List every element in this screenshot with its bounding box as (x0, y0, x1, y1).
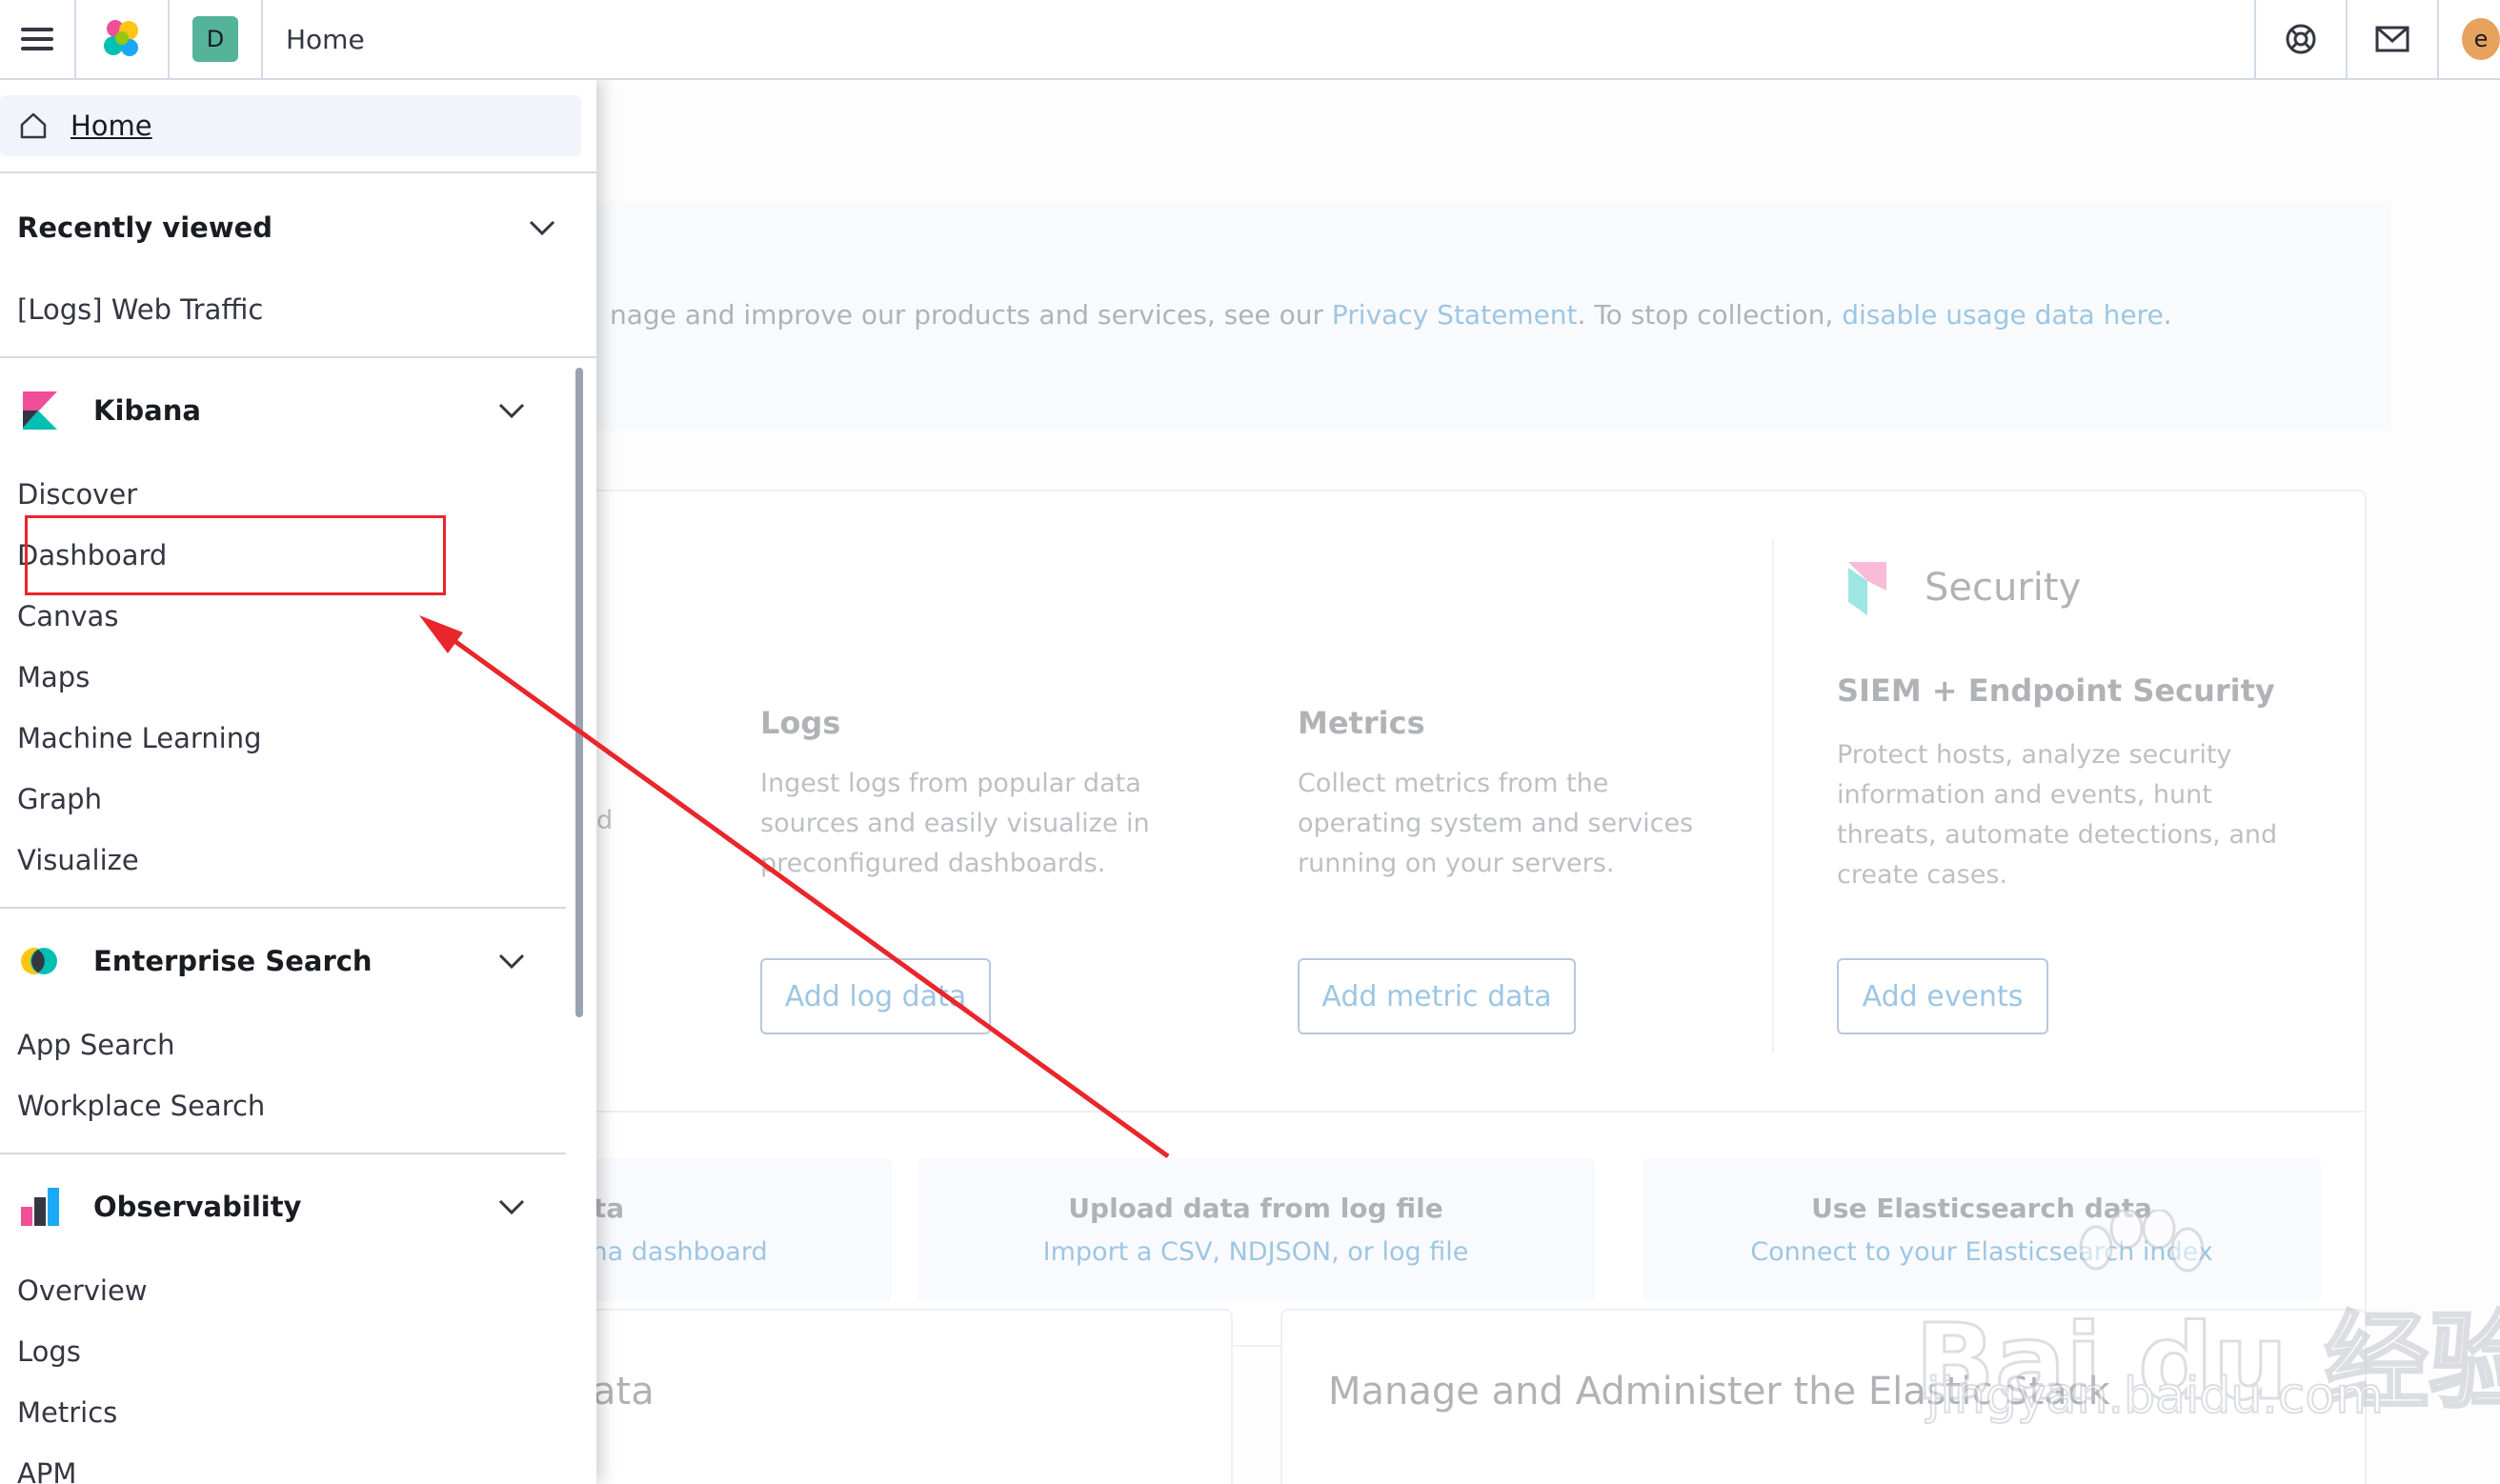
partial-text: d (596, 806, 614, 835)
notice-text-middle: . To stop collection, (1577, 299, 1843, 331)
chevron-down-icon (498, 953, 525, 970)
nav-divider (0, 1153, 566, 1154)
security-divider (1772, 539, 1774, 1053)
nav-link-canvas[interactable]: Canvas (17, 600, 118, 632)
nav-link-graph[interactable]: Graph (17, 783, 102, 815)
security-description: Protect hosts, analyze security informat… (1837, 740, 2278, 890)
watermark-url: jingyan.baidu.com (1925, 1367, 2385, 1426)
metrics-solution: Metrics Collect metrics from the operati… (1298, 705, 1793, 884)
nav-divider (0, 907, 566, 909)
elastic-logo[interactable] (76, 0, 170, 78)
add-metric-data-button[interactable]: Add metric data (1298, 958, 1576, 1034)
enterprise-search-logo-icon (21, 948, 57, 974)
nav-home-item[interactable]: Home (0, 95, 581, 156)
nav-link-metrics[interactable]: Metrics (17, 1396, 117, 1429)
add-log-data-button[interactable]: Add log data (760, 958, 991, 1034)
upload-file-title: Upload data from log file (1068, 1193, 1443, 1224)
user-avatar: e (2462, 18, 2500, 60)
enterprise-search-group-label: Enterprise Search (93, 945, 373, 977)
nav-link-visualize[interactable]: Visualize (17, 844, 139, 876)
logs-description: Ingest logs from popular data sources an… (760, 769, 1150, 878)
top-header: D Home e (0, 0, 2500, 80)
bottom-left-title: ata (593, 1370, 655, 1414)
elastic-logo-icon (104, 20, 138, 56)
menu-toggle-button[interactable] (0, 0, 76, 78)
kibana-group-label: Kibana (93, 394, 201, 427)
breadcrumb: Home (286, 23, 365, 55)
chevron-down-icon (498, 403, 525, 419)
nav-link-discover[interactable]: Discover (17, 478, 137, 511)
nav-link-app-search[interactable]: App Search (17, 1029, 175, 1061)
metrics-title: Metrics (1298, 705, 1425, 741)
sample-data-card[interactable]: ata ana dashboard (574, 1158, 892, 1301)
logs-title: Logs (760, 705, 841, 741)
chevron-down-icon (529, 220, 555, 236)
bottom-left-card: ata (572, 1309, 1233, 1484)
mail-icon (2375, 26, 2409, 52)
nav-link-logs[interactable]: Logs (17, 1335, 81, 1368)
sample-data-title: ata (575, 1193, 625, 1224)
newsfeed-button[interactable] (2346, 0, 2437, 78)
telemetry-notice: nage and improve our products and servic… (591, 202, 2391, 431)
recent-item-logs-web-traffic[interactable]: [Logs] Web Traffic (17, 293, 263, 326)
upload-file-card[interactable]: Upload data from log file Import a CSV, … (917, 1158, 1595, 1301)
solutions-divider (593, 1111, 2365, 1113)
chevron-down-icon (498, 1199, 525, 1215)
nav-link-machine-learning[interactable]: Machine Learning (17, 722, 262, 754)
nav-link-overview[interactable]: Overview (17, 1274, 148, 1307)
add-events-button[interactable]: Add events (1837, 958, 2048, 1034)
disable-usage-data-link[interactable]: disable usage data here (1842, 299, 2163, 331)
dashboard-highlight-box (25, 515, 446, 595)
space-selector-button[interactable]: D (170, 0, 263, 78)
nav-home-label: Home (71, 110, 152, 142)
security-logo-icon (1848, 562, 1886, 615)
observability-group-toggle[interactable]: Observability (0, 1173, 581, 1240)
nav-link-maps[interactable]: Maps (17, 661, 90, 693)
nav-link-apm[interactable]: APM (17, 1457, 76, 1484)
kibana-logo-icon (23, 391, 57, 430)
kibana-group-toggle[interactable]: Kibana (0, 377, 581, 444)
home-icon (20, 112, 47, 139)
metrics-description: Collect metrics from the operating syste… (1298, 769, 1694, 878)
user-menu-button[interactable]: e (2437, 0, 2500, 78)
baidu-watermark: Bai du 经验 jingyan.baidu.com (1913, 1210, 2500, 1438)
observability-logo-icon (21, 1188, 59, 1226)
security-solution: Protect hosts, analyze security informat… (1837, 735, 2332, 895)
upload-file-subtitle: Import a CSV, NDJSON, or log file (1042, 1237, 1469, 1267)
help-lifebuoy-icon (2286, 24, 2316, 54)
nav-link-workplace-search[interactable]: Workplace Search (17, 1090, 265, 1122)
notice-text-prefix: nage and improve our products and servic… (610, 299, 1332, 331)
nav-divider (0, 356, 596, 358)
security-title: Security (1925, 566, 2082, 610)
space-avatar: D (192, 16, 238, 62)
recently-viewed-label: Recently viewed (17, 211, 273, 244)
observability-group-label: Observability (93, 1191, 302, 1223)
help-button[interactable] (2254, 0, 2346, 78)
hamburger-icon (21, 28, 53, 50)
nav-scrollbar[interactable] (575, 368, 583, 1017)
security-subtitle: SIEM + Endpoint Security (1837, 672, 2275, 709)
recently-viewed-toggle[interactable]: Recently viewed (0, 194, 581, 261)
notice-text-suffix: . (2163, 299, 2172, 331)
privacy-statement-link[interactable]: Privacy Statement (1332, 299, 1578, 331)
sample-data-subtitle: ana dashboard (575, 1237, 768, 1267)
enterprise-search-group-toggle[interactable]: Enterprise Search (0, 928, 581, 994)
nav-divider (0, 171, 596, 173)
side-navigation: Home Recently viewed [Logs] Web Traffic … (0, 80, 596, 1484)
logs-solution: Logs Ingest logs from popular data sourc… (760, 705, 1256, 884)
